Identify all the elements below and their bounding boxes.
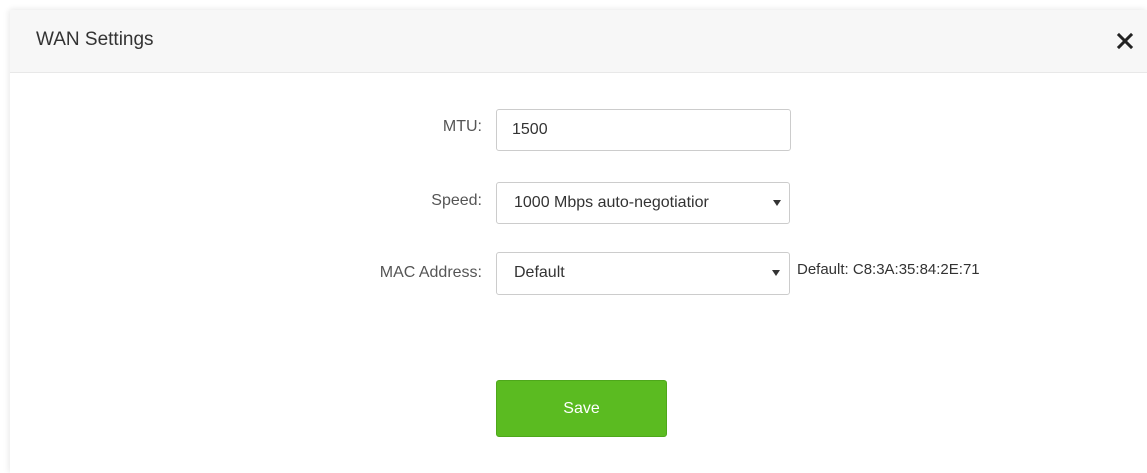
- speed-label: Speed:: [431, 192, 482, 209]
- page: WAN Settings MTU: Speed: 1000 Mbps auto-…: [0, 0, 1147, 473]
- mac-default-hint: Default: C8:3A:35:84:2E:71: [797, 261, 980, 278]
- mac-address-label: MAC Address:: [379, 264, 482, 281]
- save-button[interactable]: Save: [496, 380, 667, 437]
- mtu-input[interactable]: [496, 109, 791, 151]
- chevron-down-icon: [772, 270, 780, 276]
- chevron-down-icon: [773, 200, 781, 206]
- dialog-header: WAN Settings: [10, 10, 1147, 73]
- wan-settings-dialog: WAN Settings MTU: Speed: 1000 Mbps auto-…: [10, 10, 1147, 473]
- mac-address-select[interactable]: Default: [496, 252, 790, 295]
- mtu-label: MTU:: [442, 118, 482, 135]
- speed-select[interactable]: 1000 Mbps auto-negotiatior: [496, 182, 790, 224]
- close-button[interactable]: [1114, 30, 1138, 54]
- mac-address-select-value: Default: [514, 264, 565, 281]
- speed-select-value: 1000 Mbps auto-negotiatior: [514, 194, 709, 211]
- close-icon: [1116, 32, 1134, 50]
- dialog-title: WAN Settings: [36, 29, 154, 50]
